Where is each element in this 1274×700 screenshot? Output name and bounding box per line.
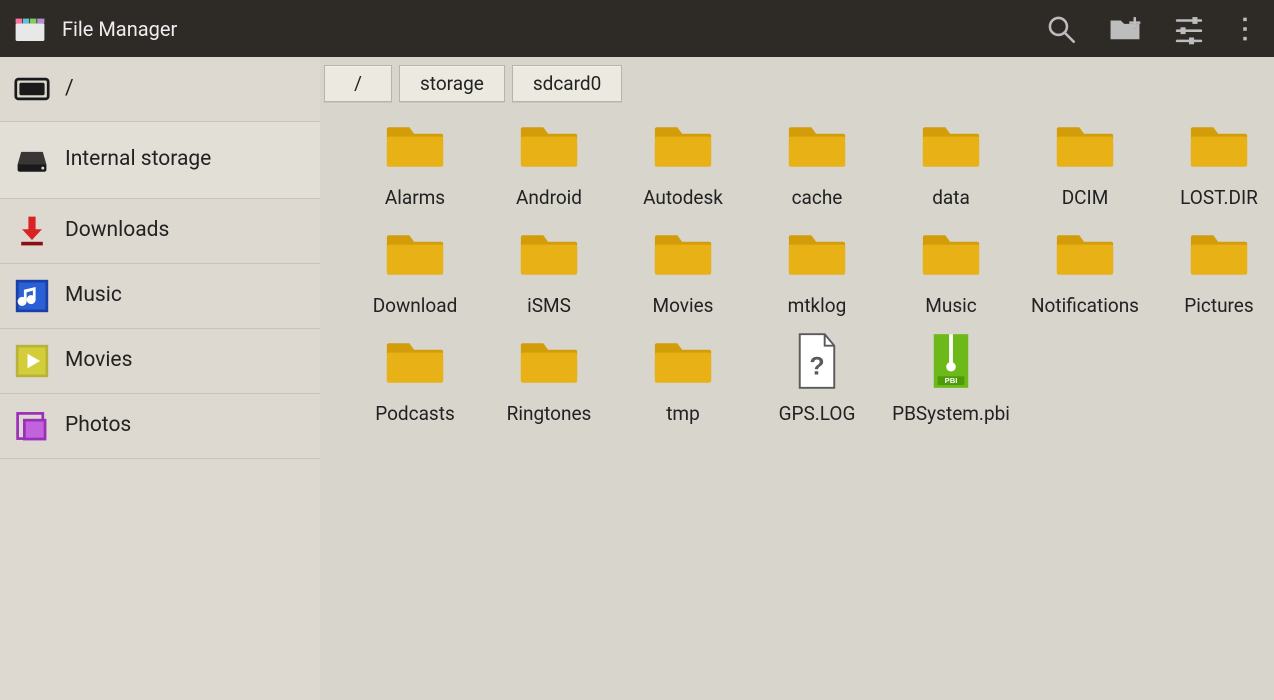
file-name: tmp (666, 402, 700, 425)
file-name: Movies (653, 294, 714, 317)
folder-item[interactable]: Android (482, 112, 616, 220)
sidebar-item-label: Internal storage (65, 147, 211, 172)
folder-item[interactable]: data (884, 112, 1018, 220)
sidebar-item-label: Photos (65, 413, 131, 438)
file-name: Music (925, 294, 976, 317)
folder-icon (1055, 116, 1115, 174)
music-icon (14, 278, 50, 314)
archive-icon (921, 332, 981, 390)
file-name: Ringtones (507, 402, 592, 425)
folder-item[interactable]: mtklog (750, 220, 884, 328)
movie-icon (14, 343, 50, 379)
sliders-icon (1172, 12, 1206, 46)
unknown-icon (787, 332, 847, 390)
file-name: Pictures (1184, 294, 1253, 317)
folder-icon (385, 116, 445, 174)
folder-icon (1055, 224, 1115, 282)
folder-icon (1189, 116, 1249, 174)
photos-icon (14, 408, 50, 444)
file-item[interactable]: PBSystem.pbi (884, 328, 1018, 436)
file-name: LOST.DIR (1180, 186, 1258, 209)
sidebar-item-downloads[interactable]: Downloads (0, 199, 320, 264)
action-buttons (1044, 12, 1260, 46)
sidebar-item-root[interactable]: / (0, 57, 320, 122)
new-folder-button[interactable] (1108, 12, 1142, 46)
overflow-dots-icon (1236, 15, 1254, 43)
file-name: GPS.LOG (779, 402, 856, 425)
sidebar-item-music[interactable]: Music (0, 264, 320, 329)
sidebar-item-internal[interactable]: Internal storage (0, 122, 320, 199)
breadcrumb-segment[interactable]: / (324, 65, 392, 102)
folder-item[interactable]: cache (750, 112, 884, 220)
folder-icon (519, 224, 579, 282)
folder-icon (653, 332, 713, 390)
folder-icon (1189, 224, 1249, 282)
search-button[interactable] (1044, 12, 1078, 46)
drive-icon (14, 142, 50, 178)
folder-item[interactable]: LOST.DIR (1152, 112, 1274, 220)
folder-icon (921, 116, 981, 174)
folder-icon (519, 116, 579, 174)
folder-item[interactable]: Notifications (1018, 220, 1152, 328)
folder-icon (653, 116, 713, 174)
folder-item[interactable]: DCIM (1018, 112, 1152, 220)
search-icon (1044, 12, 1078, 46)
folder-icon (653, 224, 713, 282)
folder-item[interactable]: Alarms (348, 112, 482, 220)
folder-item[interactable]: Ringtones (482, 328, 616, 436)
breadcrumb-segment[interactable]: storage (399, 65, 505, 102)
breadcrumbs: /storagesdcard0 (320, 59, 1274, 104)
file-name: mtklog (788, 294, 847, 317)
new-folder-icon (1108, 12, 1142, 46)
folder-item[interactable]: tmp (616, 328, 750, 436)
file-grid: Alarms Android Autodesk cache data DCIM LOST.D… (320, 104, 1274, 436)
file-name: iSMS (527, 294, 571, 317)
file-name: Autodesk (643, 186, 723, 209)
folder-item[interactable]: Podcasts (348, 328, 482, 436)
sidebar-item-label: Downloads (65, 218, 169, 243)
folder-icon (787, 224, 847, 282)
folder-item[interactable]: Autodesk (616, 112, 750, 220)
folder-icon (921, 224, 981, 282)
folder-item[interactable]: Pictures (1152, 220, 1274, 328)
app-icon (14, 15, 46, 43)
file-name: Android (516, 186, 582, 209)
file-name: Notifications (1031, 294, 1139, 317)
breadcrumb-segment[interactable]: sdcard0 (512, 65, 622, 102)
action-bar: File Manager (0, 0, 1274, 57)
folder-icon (787, 116, 847, 174)
folder-icon (519, 332, 579, 390)
content-area: /storagesdcard0 Alarms Android Autodesk cac… (320, 57, 1274, 700)
sidebar: / Internal storage Downloads Music Movies Pho… (0, 57, 320, 700)
file-name: data (932, 186, 970, 209)
file-name: DCIM (1062, 186, 1109, 209)
folder-item[interactable]: iSMS (482, 220, 616, 328)
folder-item[interactable]: Music (884, 220, 1018, 328)
folder-item[interactable]: Movies (616, 220, 750, 328)
sidebar-item-photos[interactable]: Photos (0, 394, 320, 459)
file-name: PBSystem.pbi (892, 402, 1010, 425)
settings-sliders-button[interactable] (1172, 12, 1206, 46)
sd-outline-icon (14, 71, 50, 107)
folder-item[interactable]: Download (348, 220, 482, 328)
folder-icon (385, 332, 445, 390)
sidebar-item-label: Movies (65, 348, 132, 373)
overflow-menu-button[interactable] (1236, 15, 1254, 43)
folder-icon (385, 224, 445, 282)
file-item[interactable]: GPS.LOG (750, 328, 884, 436)
file-name: Download (373, 294, 458, 317)
download-icon (14, 213, 50, 249)
sidebar-item-label: Music (65, 283, 122, 308)
sidebar-item-movies[interactable]: Movies (0, 329, 320, 394)
file-name: Podcasts (375, 402, 455, 425)
file-name: Alarms (385, 186, 445, 209)
sidebar-item-label: / (65, 76, 74, 101)
app-title: File Manager (62, 17, 177, 41)
file-name: cache (792, 186, 843, 209)
